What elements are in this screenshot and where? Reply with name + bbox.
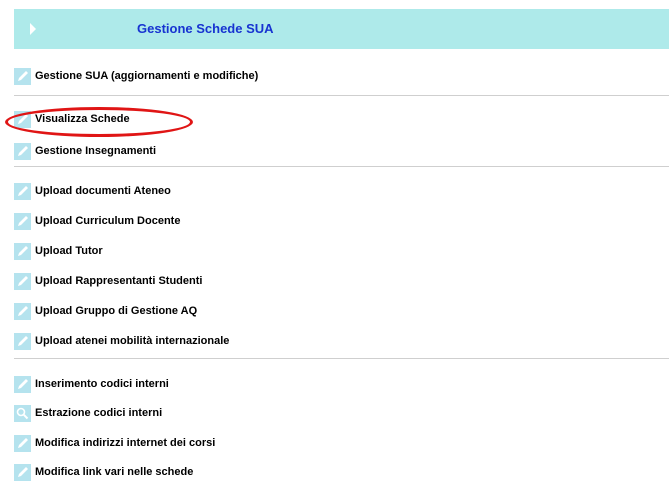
divider xyxy=(14,166,669,167)
pencil-icon xyxy=(14,182,31,200)
menu-item-label: Gestione SUA (aggiornamenti e modifiche) xyxy=(35,70,259,82)
pencil-icon xyxy=(14,272,31,290)
menu-item-label: Upload atenei mobilità internazionale xyxy=(35,335,230,347)
menu-item-estrazione-codici-interni[interactable]: Estrazione codici interni xyxy=(14,403,162,423)
pencil-icon xyxy=(14,110,31,128)
pencil-icon xyxy=(14,212,31,230)
menu-item-upload-rappresentanti-studenti[interactable]: Upload Rappresentanti Studenti xyxy=(14,271,202,291)
search-icon xyxy=(14,404,31,422)
menu-item-upload-documenti-ateneo[interactable]: Upload documenti Ateneo xyxy=(14,181,171,201)
menu-item-gestione-sua[interactable]: Gestione SUA (aggiornamenti e modifiche) xyxy=(14,66,258,86)
menu-item-upload-curriculum-docente[interactable]: Upload Curriculum Docente xyxy=(14,211,180,231)
menu-item-label: Upload documenti Ateneo xyxy=(35,185,171,197)
pencil-icon xyxy=(14,434,31,452)
page-header: Gestione Schede SUA xyxy=(14,9,669,49)
menu-item-label: Upload Tutor xyxy=(35,245,103,257)
divider xyxy=(14,358,669,359)
menu-item-label: Inserimento codici interni xyxy=(35,378,169,390)
pencil-icon xyxy=(14,242,31,260)
menu-item-label: Estrazione codici interni xyxy=(35,407,163,419)
pencil-icon xyxy=(14,67,31,85)
menu-item-label: Gestione Insegnamenti xyxy=(35,145,157,157)
menu-item-gestione-insegnamenti[interactable]: Gestione Insegnamenti xyxy=(14,141,156,161)
menu-item-label: Upload Gruppo di Gestione AQ xyxy=(35,305,198,317)
menu-item-modifica-indirizzi-internet[interactable]: Modifica indirizzi internet dei corsi xyxy=(14,433,215,453)
page-title: Gestione Schede SUA xyxy=(137,21,274,36)
menu-item-inserimento-codici-interni[interactable]: Inserimento codici interni xyxy=(14,374,169,394)
pencil-icon xyxy=(14,142,31,160)
menu-item-label: Modifica indirizzi internet dei corsi xyxy=(35,437,216,449)
pencil-icon xyxy=(14,302,31,320)
pencil-icon xyxy=(14,375,31,393)
menu-item-visualizza-schede[interactable]: Visualizza Schede xyxy=(14,109,130,129)
menu-item-label: Visualizza Schede xyxy=(35,113,130,125)
pencil-icon xyxy=(14,332,31,350)
menu-item-upload-atenei-mobilita[interactable]: Upload atenei mobilità internazionale xyxy=(14,331,229,351)
menu-item-label: Upload Curriculum Docente xyxy=(35,215,181,227)
menu-item-upload-gruppo-gestione-aq[interactable]: Upload Gruppo di Gestione AQ xyxy=(14,301,197,321)
chevron-right-icon[interactable] xyxy=(28,13,38,45)
menu-item-modifica-link-vari[interactable]: Modifica link vari nelle schede xyxy=(14,462,193,482)
divider xyxy=(14,95,669,96)
menu-item-label: Upload Rappresentanti Studenti xyxy=(35,275,203,287)
pencil-icon xyxy=(14,463,31,481)
menu-item-label: Modifica link vari nelle schede xyxy=(35,466,194,478)
menu-item-upload-tutor[interactable]: Upload Tutor xyxy=(14,241,103,261)
